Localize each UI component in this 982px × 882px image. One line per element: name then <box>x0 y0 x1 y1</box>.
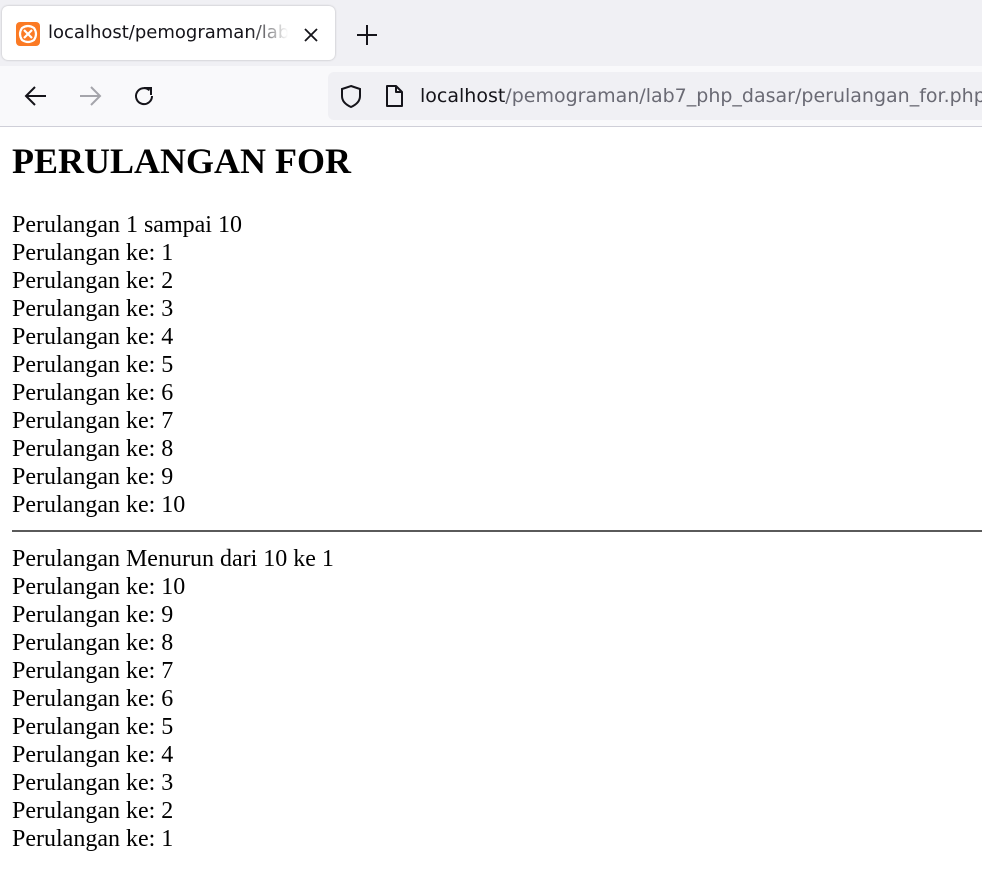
loop-line: Perulangan ke: 6 <box>12 380 174 406</box>
address-bar[interactable]: localhost/pemograman/lab7_php_dasar/peru… <box>328 72 982 120</box>
page-heading: PERULANGAN FOR <box>12 141 351 181</box>
navigation-bar: localhost/pemograman/lab7_php_dasar/peru… <box>0 66 982 127</box>
back-arrow-icon[interactable] <box>22 82 50 110</box>
horizontal-rule <box>12 530 982 532</box>
loop-line: Perulangan ke: 5 <box>12 714 174 740</box>
xampp-favicon-icon <box>16 22 40 46</box>
loop-line: Perulangan ke: 6 <box>12 686 174 712</box>
loop-line: Perulangan ke: 4 <box>12 324 174 350</box>
loop-line: Perulangan ke: 9 <box>12 602 174 628</box>
ascending-block: Perulangan 1 sampai 10 Perulangan ke: 1 … <box>12 211 242 519</box>
loop-line: Perulangan ke: 10 <box>12 574 186 600</box>
loop-line: Perulangan ke: 9 <box>12 464 174 490</box>
loop-line: Perulangan ke: 4 <box>12 742 174 768</box>
loop-line: Perulangan ke: 5 <box>12 352 174 378</box>
shield-icon[interactable] <box>338 83 364 109</box>
url-text[interactable]: localhost/pemograman/lab7_php_dasar/peru… <box>420 83 982 109</box>
loop-line: Perulangan ke: 8 <box>12 436 174 462</box>
active-tab[interactable]: localhost/pemograman/lab7_php_dasar/peru… <box>2 6 335 60</box>
tab-bar: localhost/pemograman/lab7_php_dasar/peru… <box>0 0 982 66</box>
loop-line: Perulangan ke: 10 <box>12 492 186 518</box>
reload-icon[interactable] <box>130 82 158 110</box>
descending-block: Perulangan Menurun dari 10 ke 1 Perulang… <box>12 545 334 853</box>
url-path: /pemograman/lab7_php_dasar/perulangan_fo… <box>505 85 982 107</box>
loop-line: Perulangan ke: 3 <box>12 296 174 322</box>
descending-title: Perulangan Menurun dari 10 ke 1 <box>12 546 334 572</box>
tab-title: localhost/pemograman/lab7_php_dasar/peru… <box>48 22 288 43</box>
loop-line: Perulangan ke: 8 <box>12 630 174 656</box>
new-tab-plus-icon[interactable] <box>350 18 384 52</box>
loop-line: Perulangan ke: 1 <box>12 826 174 852</box>
loop-line: Perulangan ke: 2 <box>12 268 174 294</box>
browser-chrome: localhost/pemograman/lab7_php_dasar/peru… <box>0 0 982 127</box>
forward-arrow-icon[interactable] <box>76 82 104 110</box>
ascending-title: Perulangan 1 sampai 10 <box>12 212 242 238</box>
loop-line: Perulangan ke: 7 <box>12 658 174 684</box>
loop-line: Perulangan ke: 3 <box>12 770 174 796</box>
url-host: localhost <box>420 85 506 107</box>
close-icon[interactable] <box>300 24 322 46</box>
page-document-icon[interactable] <box>382 83 406 109</box>
loop-line: Perulangan ke: 1 <box>12 240 174 266</box>
loop-line: Perulangan ke: 2 <box>12 798 174 824</box>
loop-line: Perulangan ke: 7 <box>12 408 174 434</box>
